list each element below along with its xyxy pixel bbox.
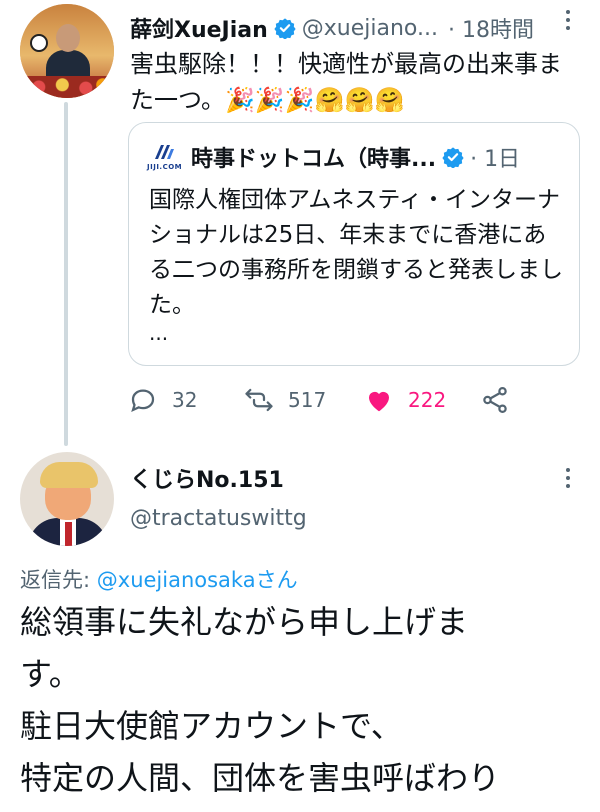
more-options-icon[interactable] (558, 6, 578, 36)
more-options-icon[interactable] (558, 464, 578, 494)
avatar[interactable] (20, 452, 114, 546)
reply-text-line: す。 (20, 655, 81, 693)
reply-text-line: 総領事に失礼ながら申し上げま (20, 603, 469, 641)
share-button[interactable] (480, 380, 510, 420)
author-handle[interactable]: @tractatuswittg (130, 506, 307, 531)
quoted-tweet-card[interactable]: JIJI.COM 時事ドットコム（時事... · 1日 国際人権団体アムネスティ… (128, 122, 580, 366)
reply-text: 総領事に失礼ながら申し上げま す。 駐日大使館アカウントで、 特定の人間、団体を… (20, 596, 580, 804)
quote-ellipsis: ... (149, 321, 169, 345)
like-count: 222 (408, 388, 447, 412)
retweet-icon (245, 388, 273, 412)
jiji-logo-icon: JIJI.COM (147, 143, 182, 173)
reply-icon (131, 389, 155, 413)
author-name[interactable]: 薛剑XueJian (130, 12, 268, 44)
reply-mention-link[interactable]: @xuejianosakaさん (97, 568, 298, 592)
heart-icon (369, 391, 389, 412)
like-button[interactable]: 222 (364, 380, 446, 420)
share-icon (483, 387, 507, 413)
quote-text: 国際人権団体アムネスティ・インターナショナルは25日、年末までに香港にある二つの… (149, 187, 563, 318)
panda-icon (30, 34, 48, 52)
verified-badge-icon (274, 18, 296, 39)
tweet-text: 害虫駆除！！！快適性が最高の出来事また一つ。🎉🎉🎉🤗🤗🤗 (130, 50, 562, 114)
quote-source-name: 時事ドットコム（時事... (191, 147, 437, 172)
tweet-actions: 32 517 222 (128, 380, 528, 420)
thread-connector-line (64, 102, 68, 446)
verified-badge-icon (442, 147, 464, 168)
tweet-header: 薛剑XueJian @xuejiano... · 18時間 (130, 12, 580, 44)
retweet-count: 517 (288, 388, 327, 412)
quote-header: 時事ドットコム（時事... · 1日 (191, 141, 563, 173)
retweet-button[interactable]: 517 (244, 380, 326, 420)
reply-text-line: 特定の人間、団体を害虫呼ばわり (20, 759, 501, 797)
reply-text-line: 駐日大使館アカウントで、 (20, 707, 403, 745)
tweet-time[interactable]: · 18時間 (448, 12, 534, 44)
reply-context: 返信先: @xuejianosakaさん (20, 564, 298, 594)
author-handle[interactable]: @xuejiano... (302, 16, 438, 41)
reply-button[interactable]: 32 (128, 380, 197, 420)
reply-count: 32 (172, 388, 198, 412)
quote-time: · 1日 (470, 147, 521, 172)
avatar[interactable] (20, 4, 114, 98)
author-name[interactable]: くじらNo.151 (130, 462, 284, 494)
reply-prefix: 返信先: (20, 568, 97, 592)
